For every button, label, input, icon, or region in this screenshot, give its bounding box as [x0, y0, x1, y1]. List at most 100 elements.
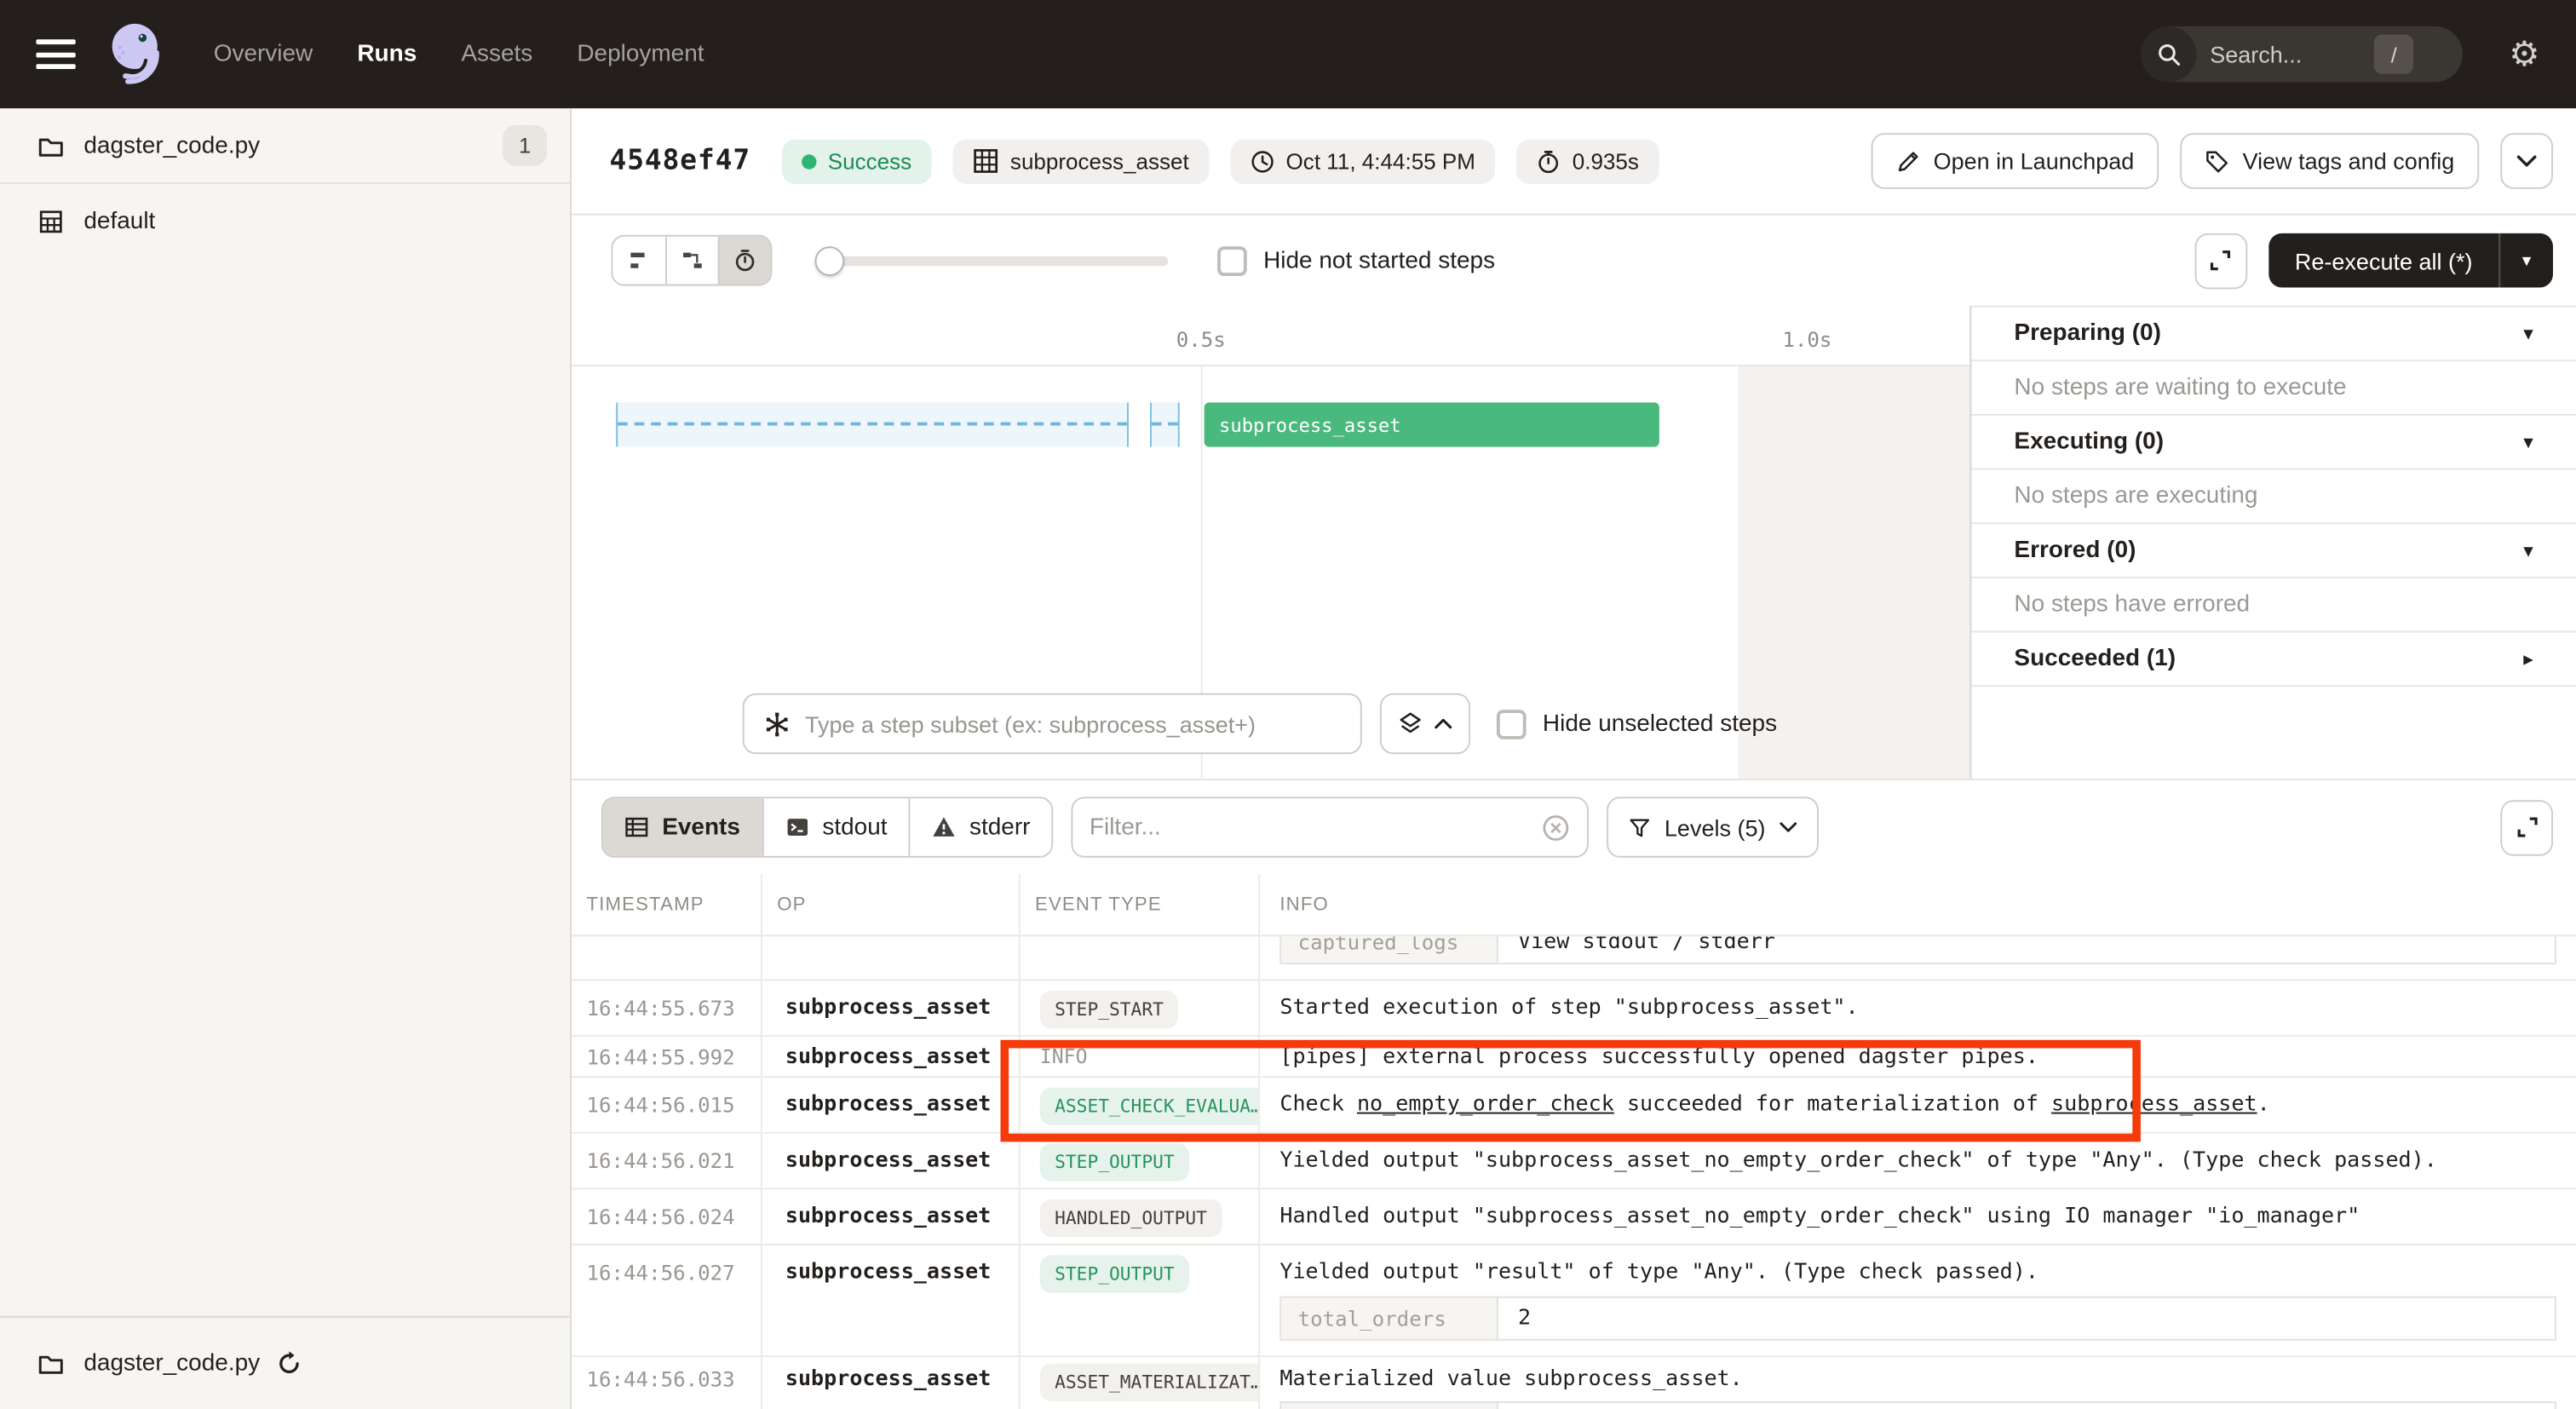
log-filter-box[interactable] — [1072, 797, 1589, 857]
run-timestamp-tag: Oct 11, 4:44:55 PM — [1230, 139, 1495, 183]
gantt-section: 0.5s 1.0s subprocess_asset — [572, 306, 2576, 779]
metadata-value-link[interactable]: View stdout / stderr — [1498, 936, 2555, 963]
panel-message-errored: No steps have errored — [1971, 578, 2576, 633]
selection-range-segment — [616, 402, 1129, 446]
gantt-zoom-slider[interactable] — [815, 245, 1169, 275]
log-row[interactable]: 16:44:56.021 subprocess_asset STEP_OUTPU… — [572, 1134, 2576, 1190]
search-icon — [2141, 26, 2197, 83]
log-row[interactable]: 16:44:56.015 subprocess_asset ASSET_CHEC… — [572, 1078, 2576, 1134]
sidebar-item-code-location[interactable]: dagster_code.py 1 — [0, 108, 570, 184]
dagster-logo-icon[interactable] — [105, 20, 167, 89]
asset-name-link[interactable]: subprocess_asset — [2051, 1092, 2257, 1117]
panel-section-preparing[interactable]: Preparing (0) ▾ — [1971, 308, 2576, 362]
tab-stdout-label: stdout — [822, 814, 887, 841]
log-row[interactable]: 16:44:56.027 subprocess_asset STEP_OUTPU… — [572, 1245, 2576, 1357]
panel-section-succeeded-title: Succeeded (1) — [2014, 646, 2523, 672]
expand-icon — [2515, 815, 2539, 840]
levels-filter-button[interactable]: Levels (5) — [1607, 797, 1818, 857]
panel-section-executing-title: Executing (0) — [2014, 428, 2523, 455]
gantt-chart[interactable]: 0.5s 1.0s subprocess_asset — [572, 306, 1969, 779]
reexecute-all-button[interactable]: Re-execute all (*) ▾ — [2268, 233, 2553, 288]
metadata-table — [1279, 1401, 2556, 1409]
hamburger-menu-icon[interactable] — [36, 39, 75, 69]
run-id: 4548ef47 — [609, 145, 750, 178]
panel-section-succeeded[interactable]: Succeeded (1) ▸ — [1971, 632, 2576, 687]
tab-stdout[interactable]: stdout — [762, 798, 909, 855]
status-badge: Success — [782, 139, 932, 183]
nav-item-runs[interactable]: Runs — [357, 41, 417, 67]
step-subset-input[interactable] — [805, 710, 1341, 737]
hide-unselected-checkbox[interactable] — [1497, 709, 1527, 739]
reload-icon[interactable] — [276, 1350, 302, 1377]
step-status-panel: Preparing (0) ▾ No steps are waiting to … — [1969, 306, 2576, 779]
graph-query-toggle-button[interactable] — [1380, 693, 1470, 754]
reexecute-all-label[interactable]: Re-execute all (*) — [2268, 233, 2498, 288]
run-timestamp-label: Oct 11, 4:44:55 PM — [1286, 149, 1475, 174]
hide-not-started-checkbox[interactable] — [1217, 245, 1247, 275]
metadata-value — [1498, 1403, 2555, 1409]
reexecute-dropdown-button[interactable]: ▾ — [2498, 233, 2553, 288]
global-search[interactable]: / — [2141, 26, 2463, 83]
nav-item-deployment[interactable]: Deployment — [577, 41, 704, 67]
asset-grid-icon — [973, 148, 999, 175]
main-panel: 4548ef47 Success subprocess_asset — [572, 108, 2576, 1409]
gantt-fullscreen-button[interactable] — [2194, 233, 2247, 289]
triangle-down-icon: ▾ — [2523, 539, 2533, 562]
metadata-value: 2 — [1498, 1298, 2555, 1339]
status-label: Success — [828, 149, 911, 174]
log-row[interactable]: 16:44:56.033 subprocess_asset ASSET_MATE… — [572, 1357, 2576, 1409]
col-op: OP — [762, 874, 1021, 935]
gear-icon[interactable]: ⚙ — [2509, 37, 2539, 71]
panel-message-executing-text: No steps are executing — [2014, 483, 2533, 509]
nav-item-assets[interactable]: Assets — [461, 41, 532, 67]
check-name-link[interactable]: no_empty_order_check — [1357, 1092, 1614, 1117]
step-subset-inputbox[interactable] — [743, 693, 1362, 754]
chevron-down-icon — [2517, 154, 2537, 167]
code-location-label: dagster_code.py — [83, 132, 503, 158]
metadata-key — [1281, 1403, 1498, 1409]
stopwatch-icon — [1536, 149, 1561, 174]
slider-handle[interactable] — [815, 245, 845, 275]
log-op: subprocess_asset — [762, 1078, 1021, 1132]
tab-events[interactable]: Events — [603, 798, 762, 855]
log-row[interactable]: 16:44:55.992 subprocess_asset INFO [pipe… — [572, 1037, 2576, 1078]
logs-fullscreen-button[interactable] — [2500, 799, 2553, 855]
expand-icon — [2209, 248, 2234, 273]
panel-section-executing[interactable]: Executing (0) ▾ — [1971, 416, 2576, 470]
log-info: Yielded output "subprocess_asset_no_empt… — [1260, 1134, 2576, 1188]
view-mode-timed-icon[interactable] — [718, 237, 771, 285]
run-duration-tag: 0.935s — [1516, 139, 1659, 183]
event-type-badge: ASSET_CHECK_EVALUA… — [1040, 1088, 1260, 1125]
log-row[interactable]: 16:44:55.673 subprocess_asset STEP_START… — [572, 981, 2576, 1037]
gantt-step-bar[interactable]: subprocess_asset — [1205, 402, 1659, 446]
view-tags-config-button[interactable]: View tags and config — [2180, 133, 2479, 189]
log-row[interactable]: 16:44:56.024 subprocess_asset HANDLED_OU… — [572, 1189, 2576, 1245]
asset-tag[interactable]: subprocess_asset — [952, 139, 1208, 183]
table-icon — [624, 815, 649, 840]
run-header-more-button[interactable] — [2500, 133, 2553, 189]
open-in-launchpad-button[interactable]: Open in Launchpad — [1871, 133, 2159, 189]
search-input[interactable] — [2210, 41, 2374, 67]
log-info: Yielded output "result" of type "Any". (… — [1260, 1245, 2576, 1285]
view-mode-flat-icon[interactable] — [612, 237, 665, 285]
nav-item-overview[interactable]: Overview — [214, 41, 313, 67]
clear-filter-icon[interactable] — [1541, 813, 1571, 843]
view-mode-waterfall-icon[interactable] — [665, 237, 718, 285]
sidebar-footer: dagster_code.py — [0, 1316, 570, 1409]
tab-stderr[interactable]: stderr — [909, 798, 1052, 855]
log-table-header: TIMESTAMP OP EVENT TYPE INFO — [572, 874, 2576, 936]
log-timestamp: 16:44:56.021 — [572, 1134, 762, 1188]
dagster-app: Overview Runs Assets Deployment / ⚙ dags… — [0, 0, 2576, 1409]
log-op: subprocess_asset — [762, 1245, 1021, 1355]
event-type-badge: STEP_START — [1040, 991, 1178, 1028]
log-timestamp: 16:44:55.992 — [572, 1037, 762, 1076]
panel-section-preparing-title: Preparing (0) — [2014, 320, 2523, 347]
tab-stderr-label: stderr — [969, 814, 1031, 841]
log-filter-input[interactable] — [1090, 814, 1541, 841]
panel-message-preparing-text: No steps are waiting to execute — [2014, 375, 2533, 401]
sidebar-item-job-default[interactable]: default — [0, 184, 570, 260]
funnel-icon — [1628, 816, 1651, 839]
event-type-badge: STEP_OUTPUT — [1040, 1255, 1189, 1292]
log-row-partial[interactable]: captured_logs View stdout / stderr — [572, 936, 2576, 981]
panel-section-errored[interactable]: Errored (0) ▾ — [1971, 524, 2576, 578]
